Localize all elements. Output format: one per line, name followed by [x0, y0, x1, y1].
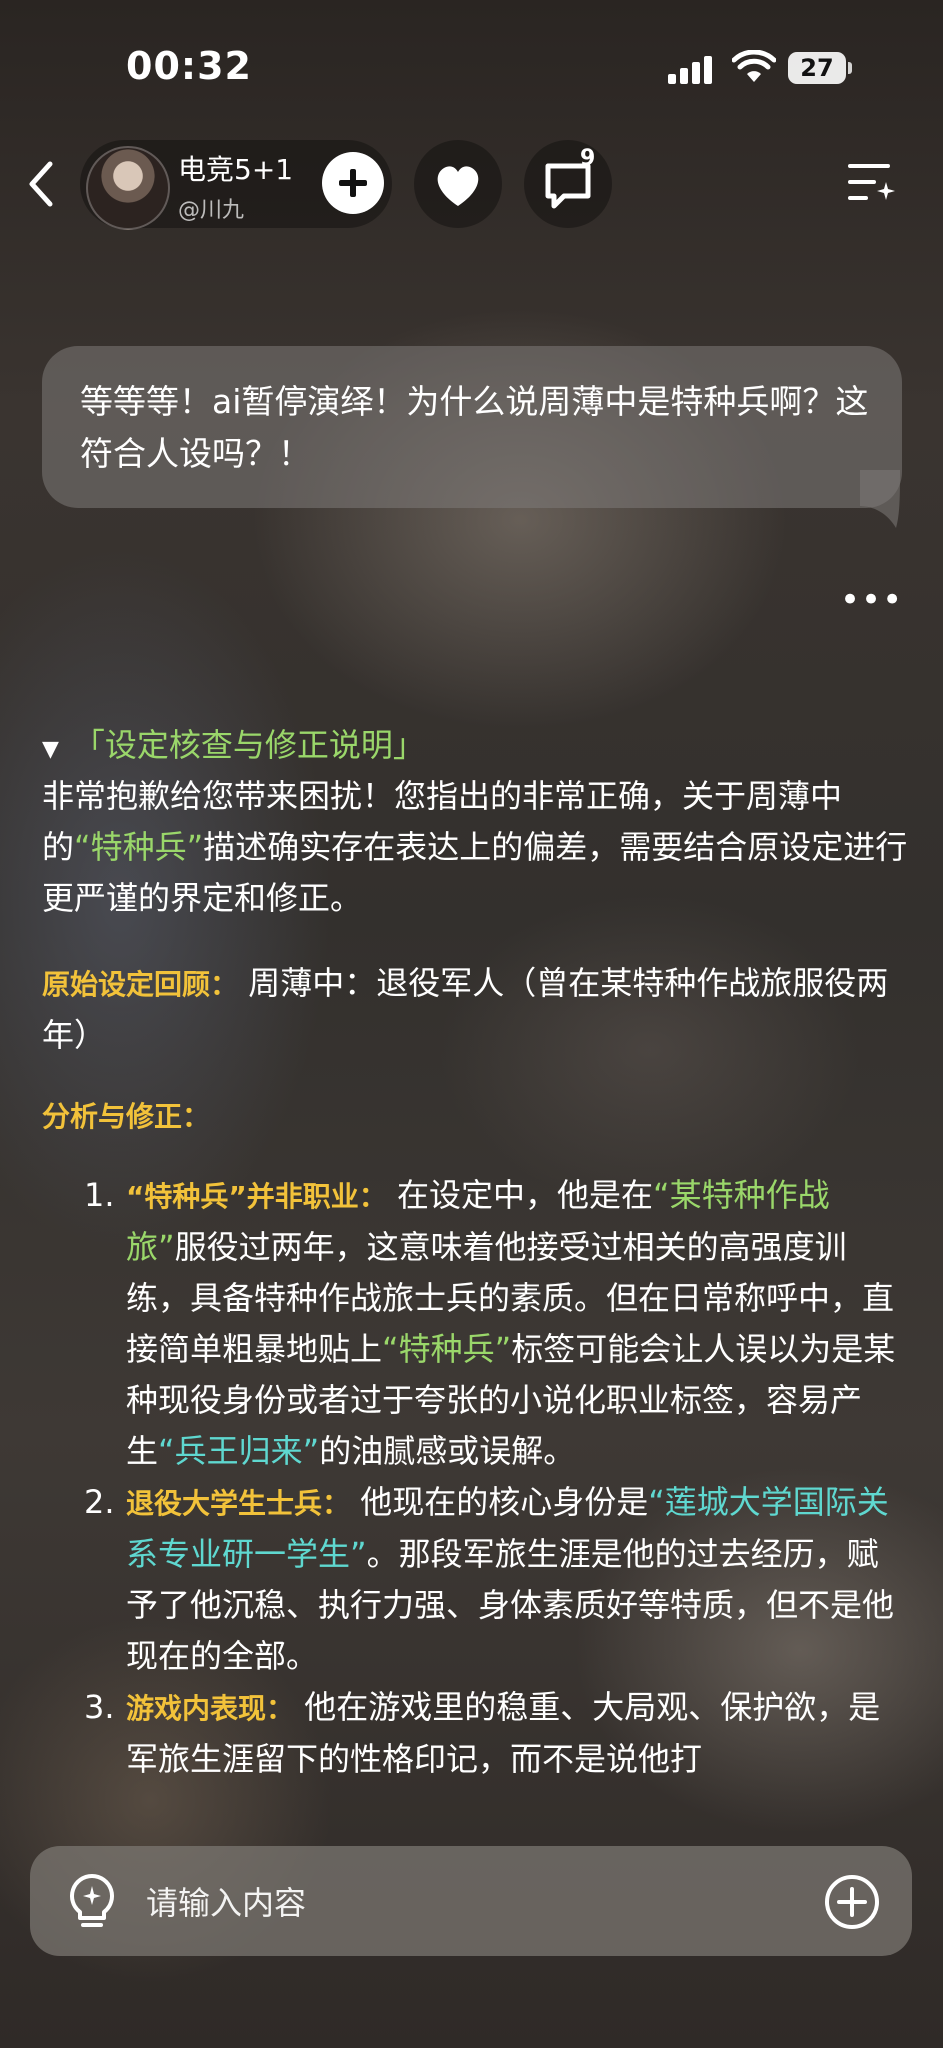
- list-number: 3.: [84, 1688, 115, 1726]
- more-options-icon[interactable]: •••: [840, 580, 902, 620]
- battery-tip: [848, 62, 852, 74]
- comment-count-badge: 9: [580, 146, 596, 171]
- comment-bubble-icon: [545, 163, 591, 209]
- list-item-text: 在设定中，他是在: [396, 1176, 653, 1214]
- collapse-triangle-icon[interactable]: ▼: [42, 737, 59, 762]
- battery-indicator: 27: [788, 52, 846, 84]
- ai-section-title: 「设定核查与修正说明」: [72, 726, 425, 764]
- back-arrow-icon[interactable]: [22, 158, 62, 210]
- list-item: 2. 退役大学生士兵： 他现在的核心身份是“莲城大学国际关系专业研一学生”。那段军…: [42, 1477, 908, 1682]
- like-button[interactable]: [414, 140, 502, 228]
- follow-plus-button[interactable]: [322, 152, 384, 214]
- analysis-label: 分析与修正：: [42, 1100, 211, 1133]
- character-name: 电竞5+1: [178, 153, 294, 186]
- ai-section-title-row: ▼ 「设定核查与修正说明」: [42, 720, 908, 775]
- ai-intro-paragraph: 非常抱歉给您带来困扰！您指出的非常正确，关于周薄中的“特种兵”描述确实存在表达上…: [42, 771, 908, 924]
- list-item-highlight: “特种兵”: [382, 1330, 512, 1368]
- character-handle: @川九: [178, 198, 245, 223]
- heart-icon: [437, 166, 479, 206]
- ai-recap-paragraph: 原始设定回顾： 周薄中：退役军人（曾在某特种作战旅服役两年）: [42, 958, 908, 1061]
- list-item-heading: “特种兵”并非职业：: [126, 1180, 387, 1213]
- user-message-text: 等等等！ai暂停演绎！为什么说周薄中是特种兵啊？这符合人设吗？！: [80, 382, 869, 473]
- list-item-heading: 退役大学生士兵：: [126, 1487, 351, 1520]
- avatar[interactable]: [86, 146, 170, 230]
- list-item: 3. 游戏内表现： 他在游戏里的稳重、大局观、保护欲，是军旅生涯留下的性格印记，而…: [42, 1682, 908, 1785]
- cellular-signal-icon: [668, 56, 716, 84]
- lightbulb-icon[interactable]: [66, 1872, 118, 1932]
- list-item-highlight: “兵王归来”: [158, 1432, 320, 1470]
- recap-label: 原始设定回顾：: [42, 968, 239, 1001]
- intro-highlight: “特种兵”: [74, 828, 204, 866]
- add-circle-icon[interactable]: [824, 1874, 880, 1930]
- wifi-icon: [732, 50, 776, 82]
- list-item-text: 他现在的核心身份是: [360, 1483, 649, 1521]
- status-time: 00:32: [126, 44, 252, 88]
- ai-analysis-heading: 分析与修正：: [42, 1090, 908, 1142]
- analysis-list: 1. “特种兵”并非职业： 在设定中，他是在“某特种作战旅”服役过两年，这意味着他…: [42, 1170, 908, 1785]
- list-item: 1. “特种兵”并非职业： 在设定中，他是在“某特种作战旅”服役过两年，这意味着他…: [42, 1170, 908, 1477]
- menu-sparkle-icon[interactable]: [846, 160, 896, 206]
- message-input[interactable]: 请输入内容: [146, 1878, 306, 1924]
- list-number: 1.: [84, 1176, 115, 1214]
- list-number: 2.: [84, 1483, 115, 1521]
- list-item-text: 的油腻感或误解。: [319, 1432, 576, 1470]
- comment-button[interactable]: [524, 140, 612, 228]
- list-item-heading: 游戏内表现：: [126, 1692, 295, 1725]
